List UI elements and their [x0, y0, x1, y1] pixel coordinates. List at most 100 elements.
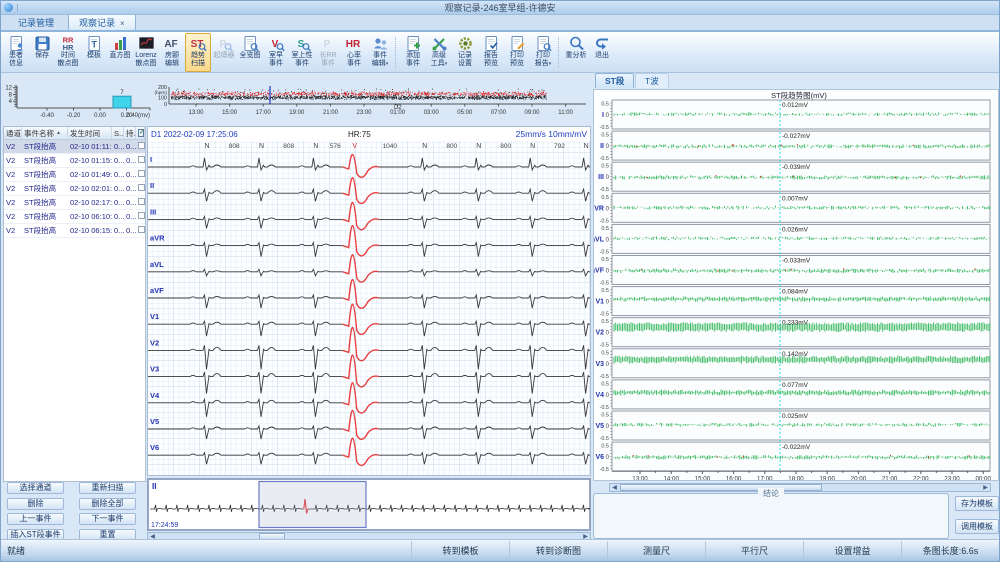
st-trend-title: ST段趋势图(mV) — [771, 90, 827, 100]
events-table-header[interactable]: 通道事件名称▲发生时间S...持... — [4, 127, 145, 140]
toolbar-button-trend-scan[interactable]: ST趋势扫描 — [185, 33, 211, 72]
svg-text:05:00: 05:00 — [457, 110, 473, 116]
toolbar-button-exit[interactable]: 退出 — [589, 33, 615, 72]
st-trend-scrollbar[interactable]: ◀▶ — [609, 483, 991, 492]
toolbar-button-add-event[interactable]: 添加事件 — [400, 33, 426, 72]
tab-close-icon[interactable]: × — [120, 19, 125, 28]
load-template-button[interactable]: 调用模板 — [955, 519, 999, 534]
prev-event-button[interactable]: 上一事件 — [7, 513, 64, 525]
events-table[interactable]: 通道事件名称▲发生时间S...持...V2ST段抬高02-10 01:11:..… — [3, 126, 146, 482]
toolbar-button-advanced-tools[interactable]: 高级工具▾ — [426, 33, 452, 72]
toolbar-button-af-edit[interactable]: AF房颤编辑 — [159, 33, 185, 72]
toolbar-label-event-edit: 事件编辑▾ — [372, 52, 389, 68]
column-header[interactable]: 通道 — [4, 127, 22, 139]
event-checkbox[interactable] — [138, 156, 145, 163]
statusbar-item-2[interactable]: 测量尺 — [607, 541, 705, 561]
st-value-II: -0.027mV — [782, 133, 811, 140]
toolbar-button-record-settings[interactable]: 记录设置 — [452, 33, 478, 72]
scroll-thumb[interactable] — [620, 484, 822, 491]
toolbar-button-histogram[interactable]: 直方图 — [107, 33, 133, 72]
toolbar-button-template[interactable]: T模板 — [81, 33, 107, 72]
toolbar-button-print-report[interactable]: 打印报告▾ — [530, 33, 556, 72]
select-channel-button[interactable]: 选择通道 — [7, 482, 64, 494]
toolbar-button-lorenz-scatter[interactable]: Lorenz散点图 — [133, 33, 159, 72]
column-header[interactable] — [136, 127, 145, 139]
next-event-button[interactable]: 下一事件 — [79, 513, 136, 525]
toolbar-button-sve-events[interactable]: S室上性事件 — [289, 33, 315, 72]
svg-text:0.00: 0.00 — [94, 113, 106, 119]
svg-text:19:00: 19:00 — [289, 110, 305, 116]
toolbar-button-print-preview[interactable]: 打印预览 — [504, 33, 530, 72]
toolbar-label-sve-events: 室上性事件 — [292, 52, 313, 68]
delete-button[interactable]: 删除 — [7, 498, 64, 510]
ecg-lead-label-V4: V4 — [150, 391, 160, 400]
event-checkbox[interactable] — [138, 170, 145, 177]
svg-text:-0.5: -0.5 — [600, 374, 609, 380]
column-header[interactable]: S... — [112, 127, 124, 139]
hr-trend-chart[interactable]: 200(bpm)100013:0015:0017:0019:0021:0023:… — [146, 81, 591, 125]
event-row[interactable]: V2ST段抬高02-10 06:10:...0...0... — [4, 210, 145, 224]
ecg-lead-label-V1: V1 — [150, 312, 159, 321]
event-checkbox[interactable] — [138, 142, 145, 149]
toolbar-button-event-edit[interactable]: 事件编辑▾ — [367, 33, 393, 72]
conclusion-box[interactable]: 结论 — [593, 493, 949, 539]
ecg-main-panel[interactable]: D1 2022-02-09 17:25:06HR:7525mm/s 10mm/m… — [147, 126, 591, 476]
svg-text:-0.5: -0.5 — [600, 343, 609, 349]
tab-observe-record[interactable]: 观察记录× — [68, 13, 136, 30]
statusbar-item-5[interactable]: 条图长度:6.6s — [901, 541, 999, 561]
st-trend-panel[interactable]: ST段趋势图(mV)0.5-0.5I00.012mV0.5-0.5II0-0.0… — [593, 89, 999, 481]
event-checkbox[interactable] — [138, 198, 145, 205]
st-value-V2: 0.233mV — [782, 320, 809, 327]
statusbar-item-3[interactable]: 平行尺 — [705, 541, 803, 561]
toolbar-label-overview: 全览图 — [240, 52, 261, 60]
statusbar-item-4[interactable]: 设置增益 — [803, 541, 901, 561]
ecg-lead-label-aVL: aVL — [150, 260, 164, 269]
rescan-button[interactable]: 重新扫描 — [79, 482, 136, 494]
event-row[interactable]: V2ST段抬高02-10 06:15:...0...0... — [4, 224, 145, 238]
statusbar-item-1[interactable]: 转到诊断图 — [509, 541, 607, 561]
event-checkbox[interactable] — [138, 226, 145, 233]
toolbar-button-patient-info[interactable]: 患者信息 — [3, 33, 29, 72]
st-lead-label-V2: V2 — [595, 330, 604, 337]
column-header[interactable]: 发生时间 — [68, 127, 112, 139]
st-value-V3: 0.142mV — [782, 351, 809, 358]
event-checkbox[interactable] — [138, 212, 145, 219]
app-window: 观察记录-246室早组-许德安 记录管理观察记录× 患者信息保存RRHR时间散点… — [0, 0, 1000, 562]
tab-t-wave[interactable]: T波 — [635, 73, 669, 88]
event-row[interactable]: V2ST段抬高02-10 01:15:...0...0... — [4, 154, 145, 168]
delete-all-button[interactable]: 删除全部 — [79, 498, 136, 510]
toolbar-button-overview[interactable]: 全览图 — [237, 33, 263, 72]
column-header[interactable]: 事件名称▲ — [22, 127, 68, 139]
event-row[interactable]: V2ST段抬高02-10 01:11:...0...0... — [4, 140, 145, 154]
event-row[interactable]: V2ST段抬高02-10 02:17:...0...0... — [4, 196, 145, 210]
svg-text:0: 0 — [606, 269, 610, 275]
toolbar-button-hr-events[interactable]: HR心率事件 — [341, 33, 367, 72]
tab-record-manage[interactable]: 记录管理 — [7, 13, 65, 30]
svg-text:T: T — [91, 40, 97, 50]
event-row[interactable]: V2ST段抬高02-10 02:01:...0...0... — [4, 182, 145, 196]
tab-st-segment[interactable]: ST段 — [595, 73, 634, 88]
toolbar-button-time-scatter[interactable]: RRHR时间散点图 — [55, 33, 81, 72]
svg-text:-0.5: -0.5 — [600, 467, 609, 473]
scroll-left-arrow[interactable]: ◀ — [610, 484, 619, 491]
svg-text:AF: AF — [164, 39, 177, 50]
svg-text:-0.5: -0.5 — [600, 218, 609, 224]
svg-text:09:00: 09:00 — [524, 110, 540, 116]
toolbar-button-report-preview[interactable]: 报告预览 — [478, 33, 504, 72]
statusbar-item-0[interactable]: 转到模板 — [411, 541, 509, 561]
select-all-checkbox[interactable] — [138, 129, 144, 137]
toolbar-button-save[interactable]: 保存 — [29, 33, 55, 72]
toolbar-button-reanalyze[interactable]: 重分析 — [563, 33, 589, 72]
scroll-right-arrow[interactable]: ▶ — [981, 484, 990, 491]
st-value-V4: 0.077mV — [782, 382, 809, 389]
ecg-overview-strip[interactable]: II17:24:59 — [147, 478, 591, 531]
save-as-template-button[interactable]: 存为模板 — [955, 496, 999, 511]
toolbar-label-long-rr-events: 长RR事件 — [319, 52, 336, 68]
toolbar-button-pvc-events[interactable]: V室早事件 — [263, 33, 289, 72]
column-header[interactable]: 持... — [124, 127, 136, 139]
st-lead-label-V1: V1 — [595, 299, 604, 306]
event-row[interactable]: V2ST段抬高02-10 01:49:...0...0... — [4, 168, 145, 182]
event-checkbox[interactable] — [138, 184, 145, 191]
svg-text:23:00: 23:00 — [944, 476, 960, 480]
svg-text:7: 7 — [120, 90, 124, 96]
